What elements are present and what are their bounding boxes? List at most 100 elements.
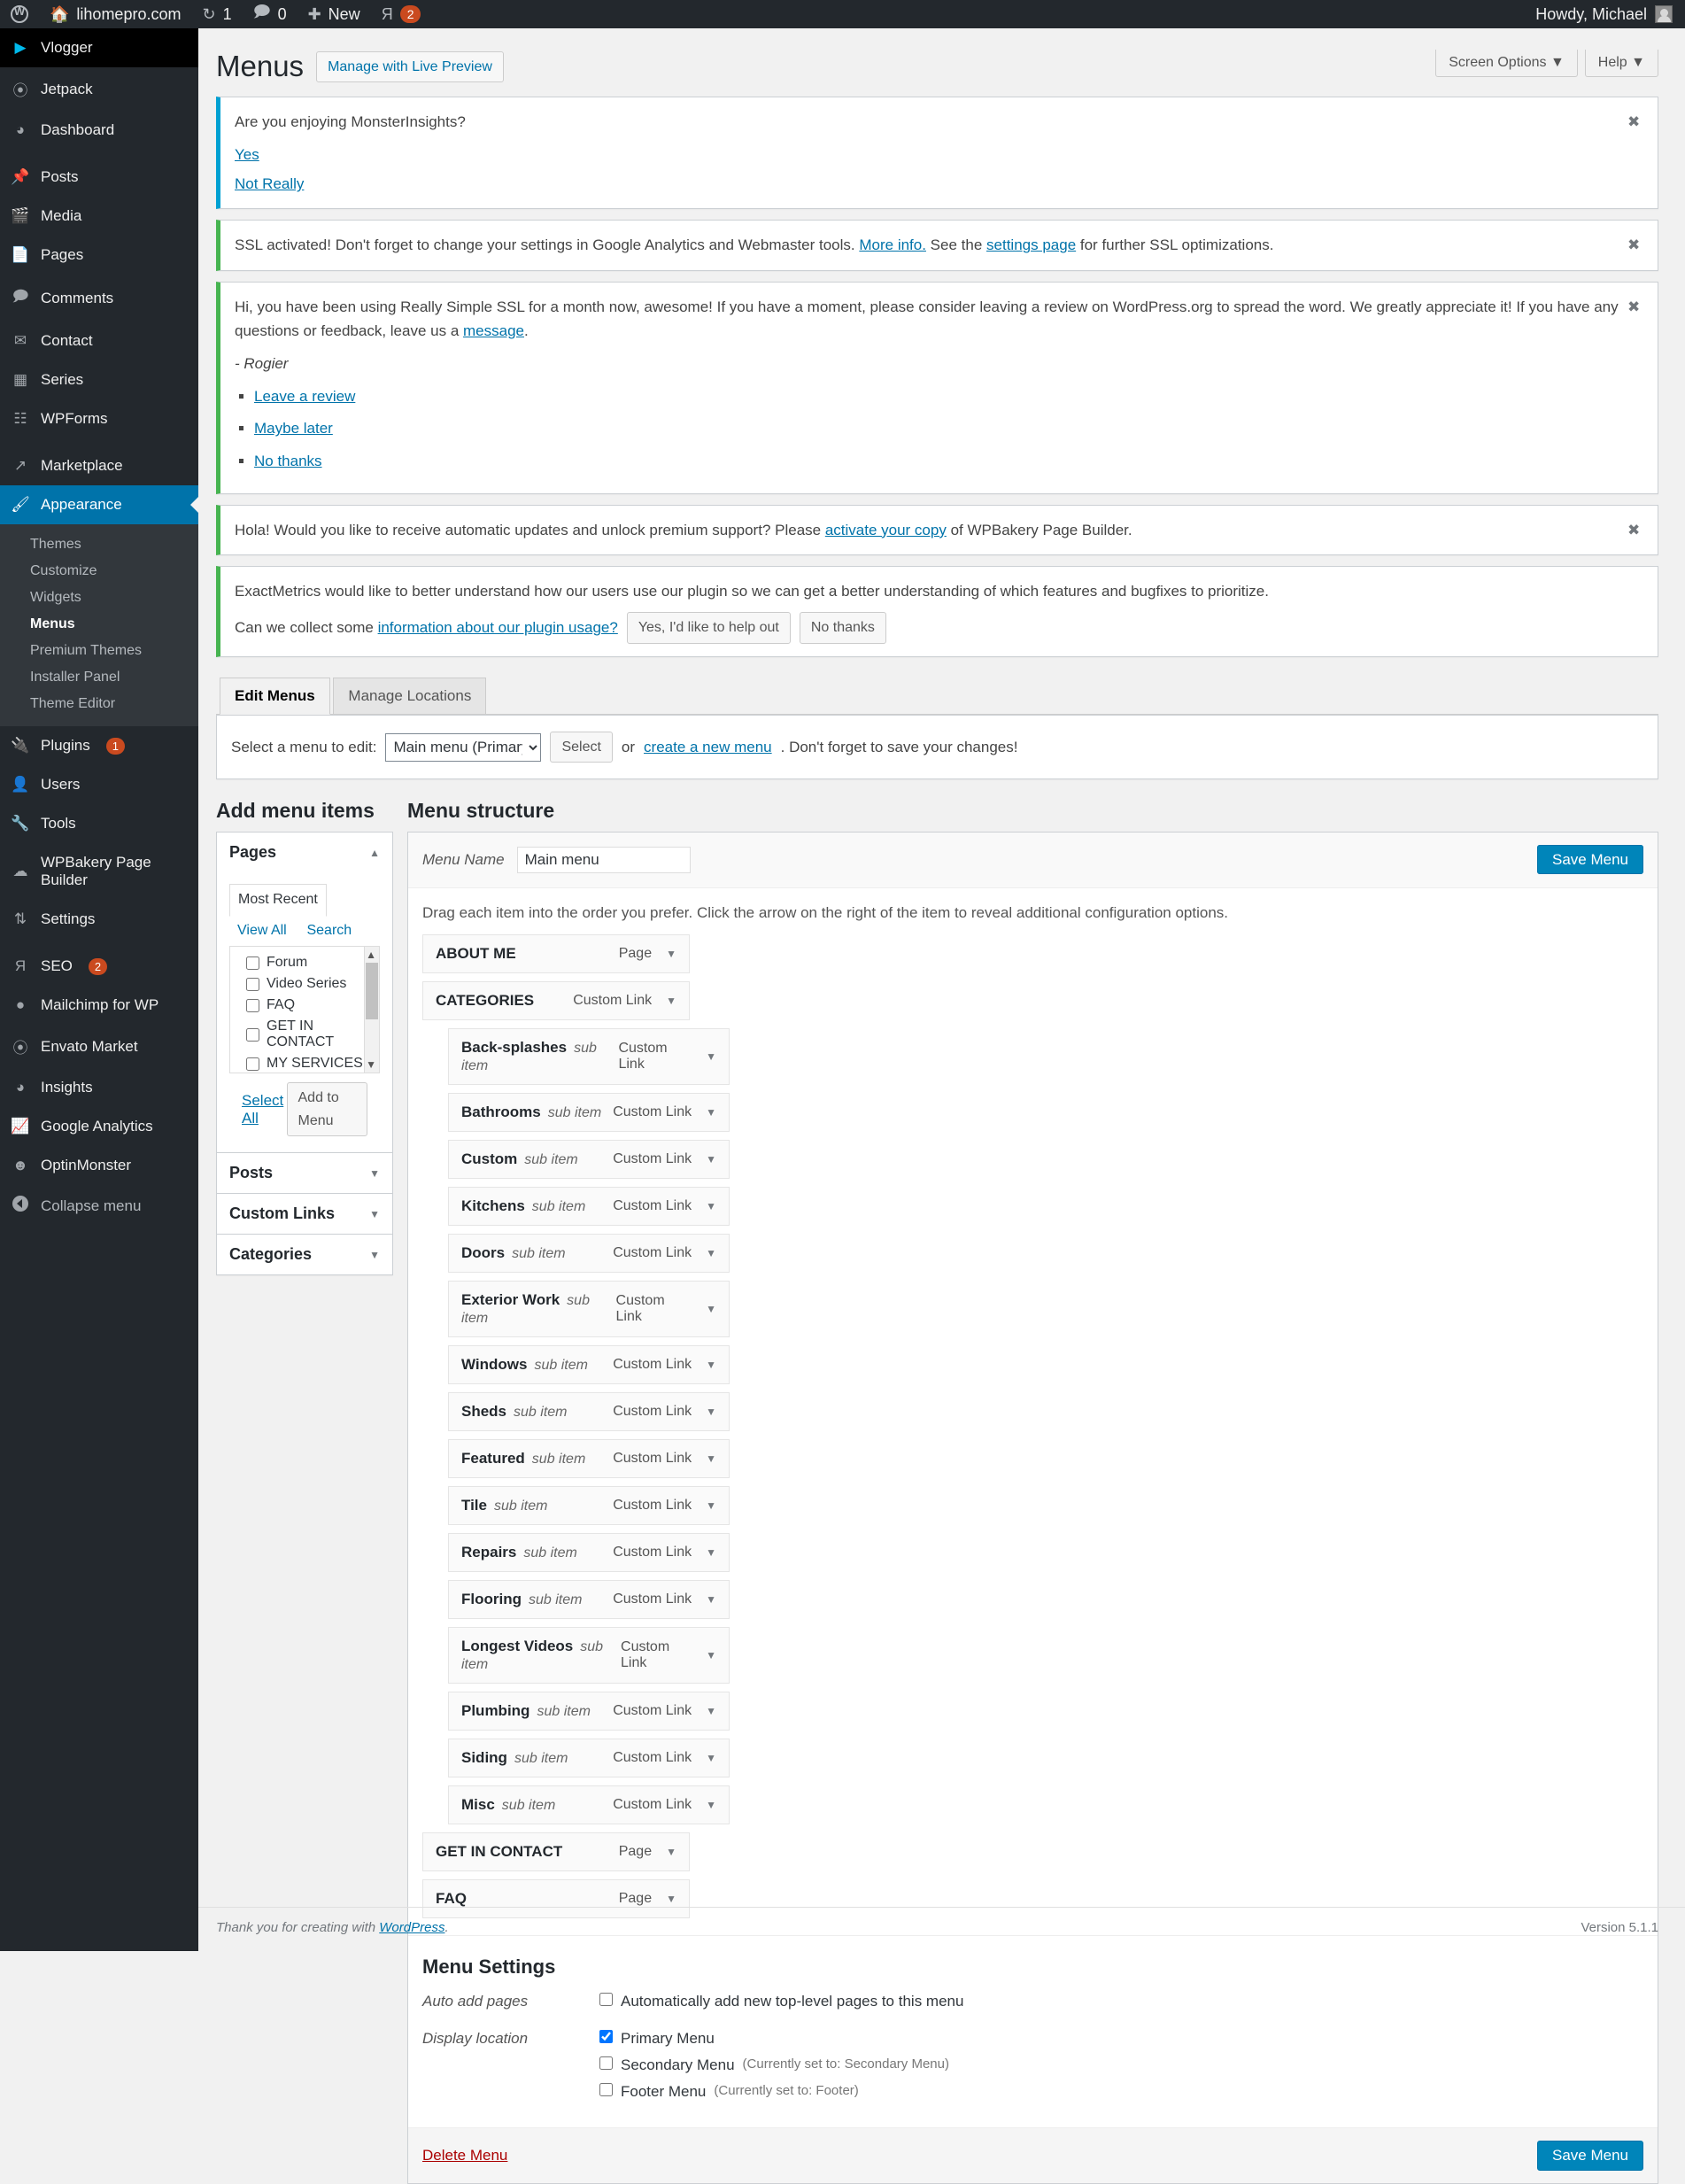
manage-live-preview-button[interactable]: Manage with Live Preview bbox=[316, 50, 504, 83]
page-checkbox[interactable] bbox=[246, 956, 259, 970]
page-checkbox[interactable] bbox=[246, 1027, 259, 1042]
chevron-down-icon[interactable]: ▼ bbox=[666, 1893, 676, 1905]
page-checkbox[interactable] bbox=[246, 977, 259, 991]
menu-item-exterior-work[interactable]: Exterior Work sub item Custom Link ▼ bbox=[448, 1281, 730, 1338]
sidebar-item-tools[interactable]: 🔧 Tools bbox=[0, 804, 198, 843]
secondary-menu-checkbox[interactable] bbox=[599, 2056, 613, 2071]
exactmetrics-no-button[interactable]: No thanks bbox=[799, 612, 886, 644]
menu-item-plumbing[interactable]: Plumbing sub item Custom Link ▼ bbox=[448, 1692, 730, 1731]
auto-add-pages-option[interactable]: Automatically add new top-level pages to… bbox=[599, 1993, 963, 2010]
chevron-down-icon[interactable]: ▼ bbox=[666, 995, 676, 1007]
sidebar-item-vlogger[interactable]: ▶ Vlogger bbox=[0, 28, 198, 67]
sidebar-item-pages[interactable]: 📄 Pages bbox=[0, 236, 198, 275]
chevron-up-icon[interactable]: ▲ bbox=[369, 847, 380, 859]
sidebar-item-insights[interactable]: ◕ Insights bbox=[0, 1068, 198, 1107]
scrollbar-thumb[interactable] bbox=[366, 963, 378, 1020]
sidebar-item-media[interactable]: 🎬 Media bbox=[0, 197, 198, 236]
chevron-down-icon[interactable]: ▼ bbox=[706, 1106, 716, 1119]
sidebar-item-wpbakery[interactable]: ☁ WPBakery Page Builder bbox=[0, 843, 198, 900]
chevron-down-icon[interactable]: ▼ bbox=[706, 1153, 716, 1166]
chevron-down-icon[interactable]: ▼ bbox=[706, 1452, 716, 1465]
tab-view-all[interactable]: View All bbox=[229, 916, 295, 946]
chevron-down-icon[interactable]: ▼ bbox=[369, 1167, 380, 1180]
wordpress-logo-menu[interactable] bbox=[0, 0, 39, 28]
site-name-menu[interactable]: 🏠 lihomepro.com bbox=[39, 0, 191, 28]
page-checkbox[interactable] bbox=[246, 998, 259, 1012]
account-menu[interactable]: Howdy, Michael bbox=[1535, 5, 1685, 24]
primary-menu-checkbox[interactable] bbox=[599, 2030, 613, 2044]
sidebar-item-contact[interactable]: ✉ Contact bbox=[0, 321, 198, 360]
location-option-primary[interactable]: Primary Menu bbox=[599, 2030, 949, 2048]
chevron-down-icon[interactable]: ▼ bbox=[666, 1846, 676, 1858]
chevron-down-icon[interactable]: ▼ bbox=[706, 1593, 716, 1606]
tab-manage-locations[interactable]: Manage Locations bbox=[333, 677, 487, 714]
seo-menu[interactable]: Я 2 bbox=[371, 0, 432, 28]
sidebar-item-google-analytics[interactable]: 📈 Google Analytics bbox=[0, 1107, 198, 1146]
menu-item-doors[interactable]: Doors sub item Custom Link ▼ bbox=[448, 1234, 730, 1274]
chevron-down-icon[interactable]: ▼ bbox=[366, 1058, 376, 1071]
exactmetrics-usage-link[interactable]: information about our plugin usage? bbox=[378, 619, 618, 636]
menu-item-sheds[interactable]: Sheds sub item Custom Link ▼ bbox=[448, 1392, 730, 1432]
menu-item-categories[interactable]: CATEGORIES Custom Link ▼ bbox=[422, 981, 690, 1021]
delete-menu-link[interactable]: Delete Menu bbox=[422, 2147, 507, 2165]
sidebar-item-users[interactable]: 👤 Users bbox=[0, 765, 198, 804]
chevron-down-icon[interactable]: ▼ bbox=[706, 1799, 716, 1811]
menu-item-windows[interactable]: Windows sub item Custom Link ▼ bbox=[448, 1345, 730, 1385]
ssl-settings-page-link[interactable]: settings page bbox=[986, 236, 1076, 253]
sidebar-subitem-theme-editor[interactable]: Theme Editor bbox=[0, 691, 198, 717]
footer-menu-checkbox[interactable] bbox=[599, 2083, 613, 2097]
sidebar-item-optinmonster[interactable]: ☻ OptinMonster bbox=[0, 1146, 198, 1185]
add-to-menu-button[interactable]: Add to Menu bbox=[286, 1082, 367, 1137]
location-option-footer[interactable]: Footer Menu (Currently set to: Footer) bbox=[599, 2083, 949, 2101]
menu-item-kitchens[interactable]: Kitchens sub item Custom Link ▼ bbox=[448, 1187, 730, 1227]
panel-posts-header[interactable]: Posts ▼ bbox=[217, 1153, 392, 1193]
chevron-down-icon[interactable]: ▼ bbox=[706, 1303, 716, 1315]
chevron-down-icon[interactable]: ▼ bbox=[706, 1705, 716, 1717]
sidebar-item-collapse-menu[interactable]: Collapse menu bbox=[0, 1185, 198, 1227]
sidebar-item-comments[interactable]: 🗩 Comments bbox=[0, 275, 198, 321]
chevron-down-icon[interactable]: ▼ bbox=[706, 1649, 716, 1661]
sidebar-item-mailchimp[interactable]: ● Mailchimp for WP bbox=[0, 986, 198, 1025]
rss-leave-review-link[interactable]: Leave a review bbox=[254, 388, 355, 405]
chevron-down-icon[interactable]: ▼ bbox=[706, 1050, 716, 1063]
monsterinsights-not-really-link[interactable]: Not Really bbox=[235, 172, 1643, 196]
exactmetrics-yes-button[interactable]: Yes, I'd like to help out bbox=[626, 612, 791, 644]
tab-search[interactable]: Search bbox=[298, 916, 359, 946]
help-button[interactable]: Help ▼ bbox=[1584, 50, 1658, 77]
chevron-up-icon[interactable]: ▲ bbox=[366, 949, 376, 961]
updates-menu[interactable]: ↻ 1 bbox=[191, 0, 242, 28]
save-menu-button-bottom[interactable]: Save Menu bbox=[1537, 2141, 1643, 2172]
sidebar-item-appearance[interactable]: 🖌 Appearance bbox=[0, 485, 198, 524]
list-item[interactable]: Video Series bbox=[237, 973, 372, 995]
sidebar-item-series[interactable]: ▦ Series bbox=[0, 360, 198, 399]
save-menu-button-top[interactable]: Save Menu bbox=[1537, 845, 1643, 875]
rss-no-thanks-link[interactable]: No thanks bbox=[254, 453, 322, 469]
create-new-menu-link[interactable]: create a new menu bbox=[644, 739, 772, 756]
sidebar-subitem-premium-themes[interactable]: Premium Themes bbox=[0, 638, 198, 664]
chevron-down-icon[interactable]: ▼ bbox=[666, 948, 676, 960]
rss-maybe-later-link[interactable]: Maybe later bbox=[254, 420, 333, 437]
sidebar-subitem-widgets[interactable]: Widgets bbox=[0, 585, 198, 611]
chevron-down-icon[interactable]: ▼ bbox=[706, 1200, 716, 1212]
wordpress-link[interactable]: WordPress bbox=[379, 1920, 444, 1935]
sidebar-item-plugins[interactable]: 🔌 Plugins 1 bbox=[0, 726, 198, 765]
sidebar-item-jetpack[interactable]: ⦿ Jetpack bbox=[0, 67, 198, 111]
rss-message-link[interactable]: message bbox=[463, 322, 524, 339]
menu-item-repairs[interactable]: Repairs sub item Custom Link ▼ bbox=[448, 1533, 730, 1573]
screen-options-button[interactable]: Screen Options ▼ bbox=[1435, 50, 1578, 77]
chevron-down-icon[interactable]: ▼ bbox=[706, 1247, 716, 1259]
menu-item-custom[interactable]: Custom sub item Custom Link ▼ bbox=[448, 1140, 730, 1180]
ssl-more-info-link[interactable]: More info. bbox=[859, 236, 926, 253]
tab-edit-menus[interactable]: Edit Menus bbox=[220, 677, 330, 715]
location-option-secondary[interactable]: Secondary Menu (Currently set to: Second… bbox=[599, 2056, 949, 2074]
menu-item-tile[interactable]: Tile sub item Custom Link ▼ bbox=[448, 1486, 730, 1526]
chevron-down-icon[interactable]: ▼ bbox=[369, 1249, 380, 1261]
menu-item-featured[interactable]: Featured sub item Custom Link ▼ bbox=[448, 1439, 730, 1479]
select-button[interactable]: Select bbox=[550, 731, 613, 763]
chevron-down-icon[interactable]: ▼ bbox=[369, 1208, 380, 1220]
chevron-down-icon[interactable]: ▼ bbox=[706, 1359, 716, 1371]
sidebar-item-dashboard[interactable]: ◕ Dashboard bbox=[0, 111, 198, 150]
chevron-down-icon[interactable]: ▼ bbox=[706, 1752, 716, 1764]
close-icon[interactable]: ✖ bbox=[1627, 233, 1647, 253]
monsterinsights-yes-link[interactable]: Yes bbox=[235, 143, 1643, 167]
